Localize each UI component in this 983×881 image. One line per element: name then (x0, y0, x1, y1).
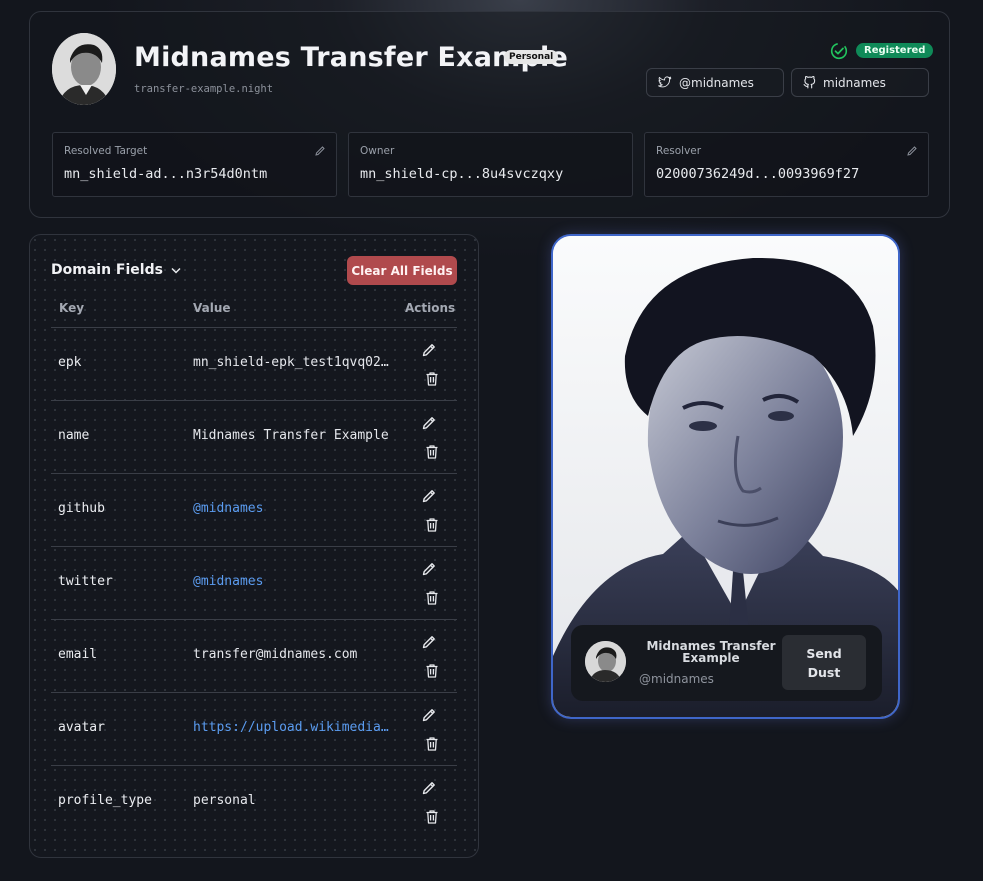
trash-icon[interactable] (425, 809, 439, 825)
field-value[interactable]: @midnames (193, 501, 393, 516)
column-header-value: Value (193, 301, 231, 315)
resolved-target-box: Resolved Target mn_shield-ad...n3r54d0nt… (52, 132, 337, 197)
field-value[interactable]: https://upload.wikimedia.… (193, 720, 393, 735)
pencil-icon[interactable] (421, 342, 437, 358)
table-row: twitter @midnames (51, 546, 457, 619)
trash-icon[interactable] (425, 663, 439, 679)
field-value: transfer@midnames.com (193, 647, 358, 662)
chevron-down-icon (171, 267, 181, 274)
domain-header-card: Midnames Transfer Example Personal trans… (29, 11, 950, 218)
table-row: name Midnames Transfer Example (51, 400, 457, 473)
profile-card: Midnames Transfer Example @midnames Send… (551, 234, 900, 719)
resolved-target-label: Resolved Target (64, 145, 148, 157)
card-display-name: Midnames Transfer Example (646, 639, 776, 665)
field-value[interactable]: @midnames (193, 574, 393, 589)
field-key: twitter (58, 574, 113, 589)
field-value: personal (193, 793, 256, 808)
domain-fields-panel: Domain Fields Clear All Fields Key Value… (29, 234, 479, 858)
trash-icon[interactable] (425, 444, 439, 460)
field-key: profile_type (58, 793, 152, 808)
card-avatar (585, 641, 626, 682)
edit-resolver-icon[interactable] (906, 145, 918, 157)
resolver-box: Resolver 02000736249d...0093969f27 (644, 132, 929, 197)
trash-icon[interactable] (425, 371, 439, 387)
domain-title: Midnames Transfer Example (134, 42, 568, 73)
pencil-icon[interactable] (421, 415, 437, 431)
pencil-icon[interactable] (421, 780, 437, 796)
column-header-actions: Actions (405, 301, 456, 315)
field-key: email (58, 647, 98, 662)
table-row: avatar https://upload.wikimedia.… (51, 692, 457, 765)
pencil-icon[interactable] (421, 634, 437, 650)
twitter-handle: @midnames (679, 75, 754, 90)
pencil-icon[interactable] (421, 561, 437, 577)
domain-fields-toggle[interactable]: Domain Fields (51, 262, 181, 278)
field-value: mn_shield-epk_test1qvq022… (193, 355, 393, 370)
pencil-icon[interactable] (421, 707, 437, 723)
profile-avatar (52, 33, 116, 105)
dust-label: Dust (807, 664, 841, 680)
trash-icon[interactable] (425, 736, 439, 752)
twitter-icon (658, 76, 672, 88)
send-dust-button[interactable]: Send Dust (782, 635, 866, 690)
twitter-link-button[interactable]: @midnames (646, 68, 784, 97)
resolver-value: 02000736249d...0093969f27 (656, 166, 860, 182)
field-key: avatar (58, 720, 105, 735)
owner-value: mn_shield-cp...8u4svczqxy (360, 166, 564, 182)
trash-icon[interactable] (425, 517, 439, 533)
registered-badge: Registered (856, 43, 934, 58)
owner-label: Owner (360, 145, 395, 157)
pencil-icon[interactable] (421, 488, 437, 504)
table-row: profile_type personal (51, 765, 457, 838)
resolver-label: Resolver (656, 145, 702, 157)
profile-type-badge: Personal (504, 50, 559, 64)
field-value: Midnames Transfer Example (193, 428, 389, 443)
send-label: Send (806, 645, 842, 661)
domain-name: transfer-example.night (134, 83, 274, 95)
card-handle: @midnames (639, 672, 714, 686)
edit-resolved-target-icon[interactable] (314, 145, 326, 157)
domain-fields-title: Domain Fields (51, 262, 163, 278)
github-handle: midnames (823, 75, 886, 90)
owner-box: Owner mn_shield-cp...8u4svczqxy (348, 132, 633, 197)
profile-card-footer: Midnames Transfer Example @midnames Send… (571, 625, 882, 701)
field-key: github (58, 501, 105, 516)
trash-icon[interactable] (425, 590, 439, 606)
table-row: github @midnames (51, 473, 457, 546)
github-link-button[interactable]: midnames (791, 68, 929, 97)
field-key: epk (58, 355, 82, 370)
table-row: epk mn_shield-epk_test1qvq022… (51, 327, 457, 400)
check-circle-icon (830, 42, 848, 60)
clear-all-fields-button[interactable]: Clear All Fields (347, 256, 457, 285)
resolved-target-value: mn_shield-ad...n3r54d0ntm (64, 166, 268, 182)
table-row: email transfer@midnames.com (51, 619, 457, 692)
github-icon (803, 76, 816, 89)
column-header-key: Key (59, 301, 85, 315)
field-key: name (58, 428, 90, 443)
